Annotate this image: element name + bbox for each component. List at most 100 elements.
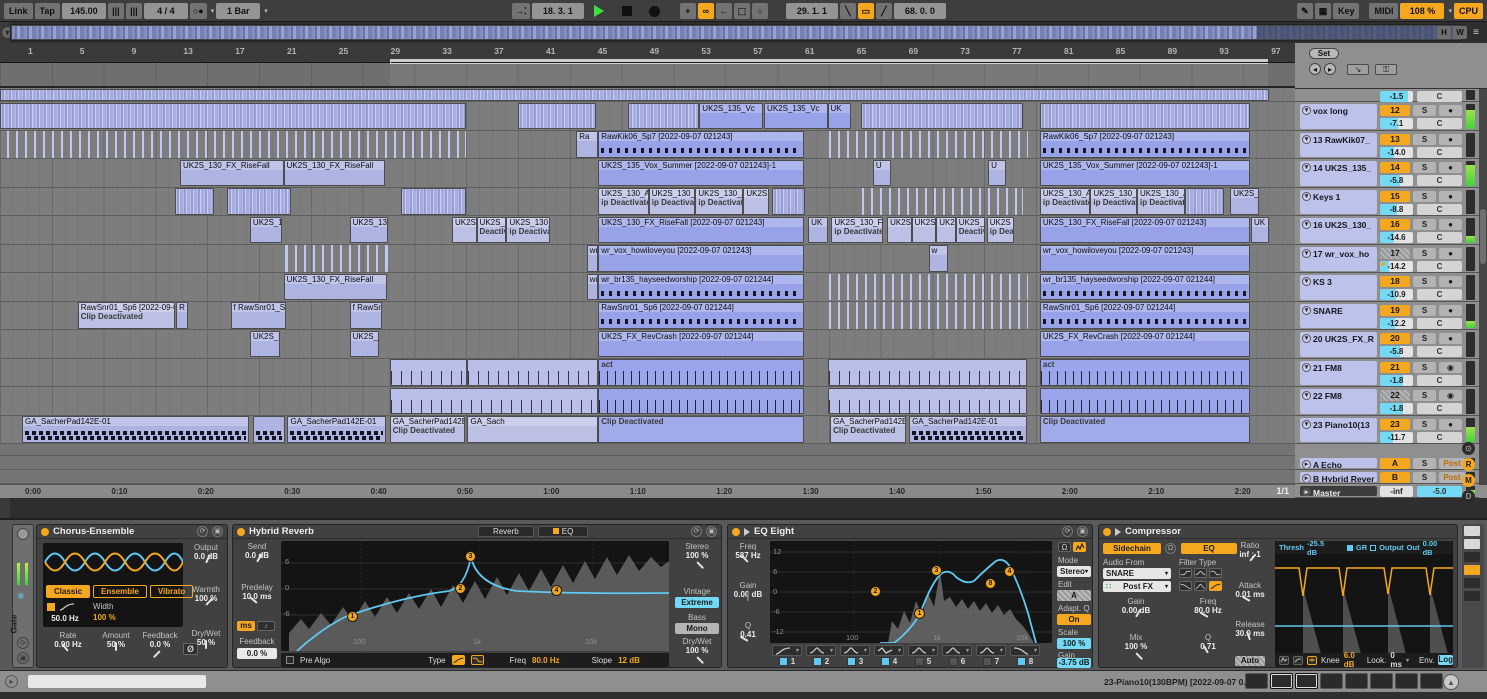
return-track-header[interactable]: ▸B Hybrid ReverBSPost bbox=[1295, 471, 1479, 484]
eq-band-1[interactable]: ▾1 bbox=[770, 645, 804, 666]
set-marker-button[interactable]: Set bbox=[1309, 48, 1339, 59]
solo-button[interactable]: S bbox=[1413, 390, 1436, 401]
track-header[interactable]: ▾KS 318S●-10.9C bbox=[1295, 274, 1479, 302]
pan-field[interactable]: C bbox=[1417, 318, 1462, 329]
volume-field[interactable]: -1.8 bbox=[1380, 375, 1413, 386]
band-toggle[interactable] bbox=[881, 657, 890, 666]
clip[interactable]: UK2S_130_FX_RiseFall bbox=[284, 160, 385, 187]
clip[interactable]: UK2S_130_Aip Deactivate bbox=[1040, 188, 1091, 215]
device-activator[interactable] bbox=[41, 528, 49, 536]
solo-button[interactable]: S bbox=[1413, 458, 1436, 469]
band-toggle[interactable] bbox=[949, 657, 958, 666]
clip[interactable]: UK2S_FX_RevCrash [2022-09-07 021244] bbox=[598, 331, 804, 358]
clip[interactable]: UK2S_ bbox=[1230, 188, 1258, 215]
clip[interactable]: UK2 bbox=[936, 217, 955, 244]
device-thumbnail[interactable] bbox=[1295, 673, 1318, 689]
clip[interactable]: UK2S bbox=[452, 217, 477, 244]
device-thumbnail[interactable] bbox=[1395, 673, 1418, 689]
band-toggle[interactable] bbox=[915, 657, 924, 666]
solo-button[interactable]: S bbox=[1413, 472, 1436, 483]
clip[interactable] bbox=[390, 359, 468, 386]
clip[interactable] bbox=[1040, 388, 1250, 415]
attack-knob-group[interactable]: Attack 0.01 ms bbox=[1227, 581, 1273, 599]
bar-ruler[interactable]: 1591317212529333741454953576165697377818… bbox=[0, 43, 1295, 63]
pan-field[interactable]: C bbox=[1417, 175, 1462, 186]
eq-point-1[interactable]: 1 bbox=[347, 611, 358, 622]
filter-lowpass-icon[interactable] bbox=[1179, 581, 1192, 591]
save-preset-icon[interactable]: ▣ bbox=[1077, 526, 1088, 537]
device-header[interactable]: Chorus-Ensemble ⟳ ▣ bbox=[37, 525, 227, 539]
q-knob-group[interactable]: Q 0.71 bbox=[1185, 633, 1231, 651]
filter-type-dropdown[interactable]: ▾ bbox=[772, 645, 802, 656]
edit-ab-toggle[interactable]: A bbox=[1057, 590, 1091, 601]
clip[interactable]: wr bbox=[587, 274, 599, 301]
compressor-display[interactable]: Thresh -25.5 dB GR Output Out 0.00 dB bbox=[1275, 541, 1453, 667]
filter-type-dropdown[interactable]: ▾ bbox=[840, 645, 870, 656]
solo-button[interactable]: S bbox=[1413, 333, 1436, 344]
clip[interactable]: UK2S_130_Aip Deactivate bbox=[695, 188, 743, 215]
panel-box[interactable] bbox=[1464, 539, 1480, 549]
midi-overdub-button[interactable]: ∞ bbox=[698, 3, 714, 19]
quantize-menu[interactable]: 1 Bar bbox=[216, 3, 260, 19]
pan-field[interactable]: C bbox=[1417, 147, 1462, 158]
clip[interactable] bbox=[6, 131, 466, 158]
track-header[interactable]: ▾16 UK2S_130_16S●-14.6C bbox=[1295, 217, 1479, 245]
clip[interactable] bbox=[467, 359, 598, 386]
track-header[interactable]: ▾21 FM821S◉-1.8C bbox=[1295, 360, 1479, 388]
mode-dropdown[interactable]: Stereo▾ bbox=[1057, 566, 1091, 577]
clip[interactable]: UK2S_130_Aip Deactivat bbox=[649, 188, 696, 215]
loop-start-field[interactable]: 29. 1. 1 bbox=[786, 3, 838, 19]
clip[interactable]: UK2S_130_FX_RiseFall bbox=[180, 160, 284, 187]
clip[interactable]: Clip Deactivated bbox=[598, 416, 804, 443]
freq-knob-group[interactable]: Freq 587 Hz bbox=[725, 542, 771, 560]
clip[interactable]: UK bbox=[808, 217, 827, 244]
volume-field[interactable]: -1.5 bbox=[1380, 91, 1413, 102]
clip[interactable]: UK bbox=[828, 103, 851, 130]
drywet-knob-group[interactable]: Dry/Wet 50 % bbox=[183, 629, 229, 647]
track-header[interactable]: ▾SNARE19S●-12.2C bbox=[1295, 303, 1479, 331]
lock-envelopes-icon[interactable]: ⚿ bbox=[1375, 64, 1397, 75]
knee-value[interactable]: 6.0 dB bbox=[1344, 651, 1355, 669]
mode-ensemble-button[interactable]: Ensemble bbox=[93, 585, 147, 598]
spectrum-icon[interactable] bbox=[1073, 542, 1086, 552]
fold-icon[interactable]: ▾ bbox=[1302, 249, 1311, 258]
drywet-knob-group[interactable]: Dry/Wet 100 % bbox=[674, 637, 720, 655]
clip[interactable] bbox=[1185, 188, 1224, 215]
automation-arm-button[interactable]: + bbox=[680, 3, 696, 19]
volume-field[interactable]: -7.1 bbox=[1380, 118, 1413, 129]
track-header[interactable]: ▾20 UK2S_FX_R20S●-5.8C bbox=[1295, 331, 1479, 359]
track-lane[interactable] bbox=[0, 444, 1295, 456]
feedback-value[interactable]: 0.0 % bbox=[137, 640, 183, 649]
activity-view-icon[interactable] bbox=[1279, 656, 1289, 665]
clip[interactable]: w bbox=[929, 245, 948, 272]
pan-field[interactable]: C bbox=[1417, 346, 1462, 357]
predelay-knob-group[interactable]: Predelay 10.0 ms bbox=[234, 583, 280, 601]
toggle-delay[interactable]: D bbox=[1462, 490, 1475, 503]
clip[interactable]: wr_vox_howiloveyou [2022-09-07 021243] bbox=[598, 245, 804, 272]
menu-icon[interactable]: ≡ bbox=[1469, 26, 1483, 39]
clip[interactable]: f RawSnr01_S bbox=[350, 302, 382, 329]
output-swatch[interactable] bbox=[1370, 545, 1376, 551]
band-toggle[interactable] bbox=[983, 657, 992, 666]
clip[interactable]: Ra bbox=[576, 131, 598, 158]
master-track-header[interactable]: ▸Master-inf-5.0 bbox=[1295, 485, 1479, 498]
clip[interactable] bbox=[0, 103, 466, 130]
hot-swap-icon[interactable]: ⟳ bbox=[1062, 526, 1073, 537]
show-hide-h-button[interactable]: H bbox=[1437, 26, 1451, 39]
track-header[interactable]: ▾23 Piano10(1323S●-11.7C bbox=[1295, 417, 1479, 445]
vintage-value[interactable]: Extreme bbox=[675, 597, 719, 608]
track-header[interactable]: ▾vox long12S●-7.1C bbox=[1295, 103, 1479, 131]
clip[interactable]: f RawSnr01_S bbox=[231, 302, 287, 329]
predelay-value[interactable]: 10.0 ms bbox=[234, 592, 280, 601]
panel-box[interactable] bbox=[1464, 526, 1480, 536]
eq8-display[interactable]: 12 6 0 -6 -12 100 1k 10k 2 1 3 8 4 bbox=[770, 541, 1052, 643]
vertical-scrollbar[interactable] bbox=[1479, 89, 1487, 485]
envelope-mode-toggle[interactable]: Log bbox=[1438, 655, 1453, 665]
device-activator[interactable] bbox=[237, 528, 245, 536]
gr-swatch[interactable] bbox=[1347, 545, 1353, 551]
draw-mode-icon[interactable]: ✎ bbox=[1297, 3, 1313, 19]
clip[interactable] bbox=[828, 131, 1029, 158]
clip[interactable]: UK2S_1 bbox=[250, 217, 282, 244]
hp-freq-value[interactable]: 50.0 Hz bbox=[45, 614, 85, 623]
return-track-header[interactable]: ▸A EchoASPost bbox=[1295, 457, 1479, 470]
